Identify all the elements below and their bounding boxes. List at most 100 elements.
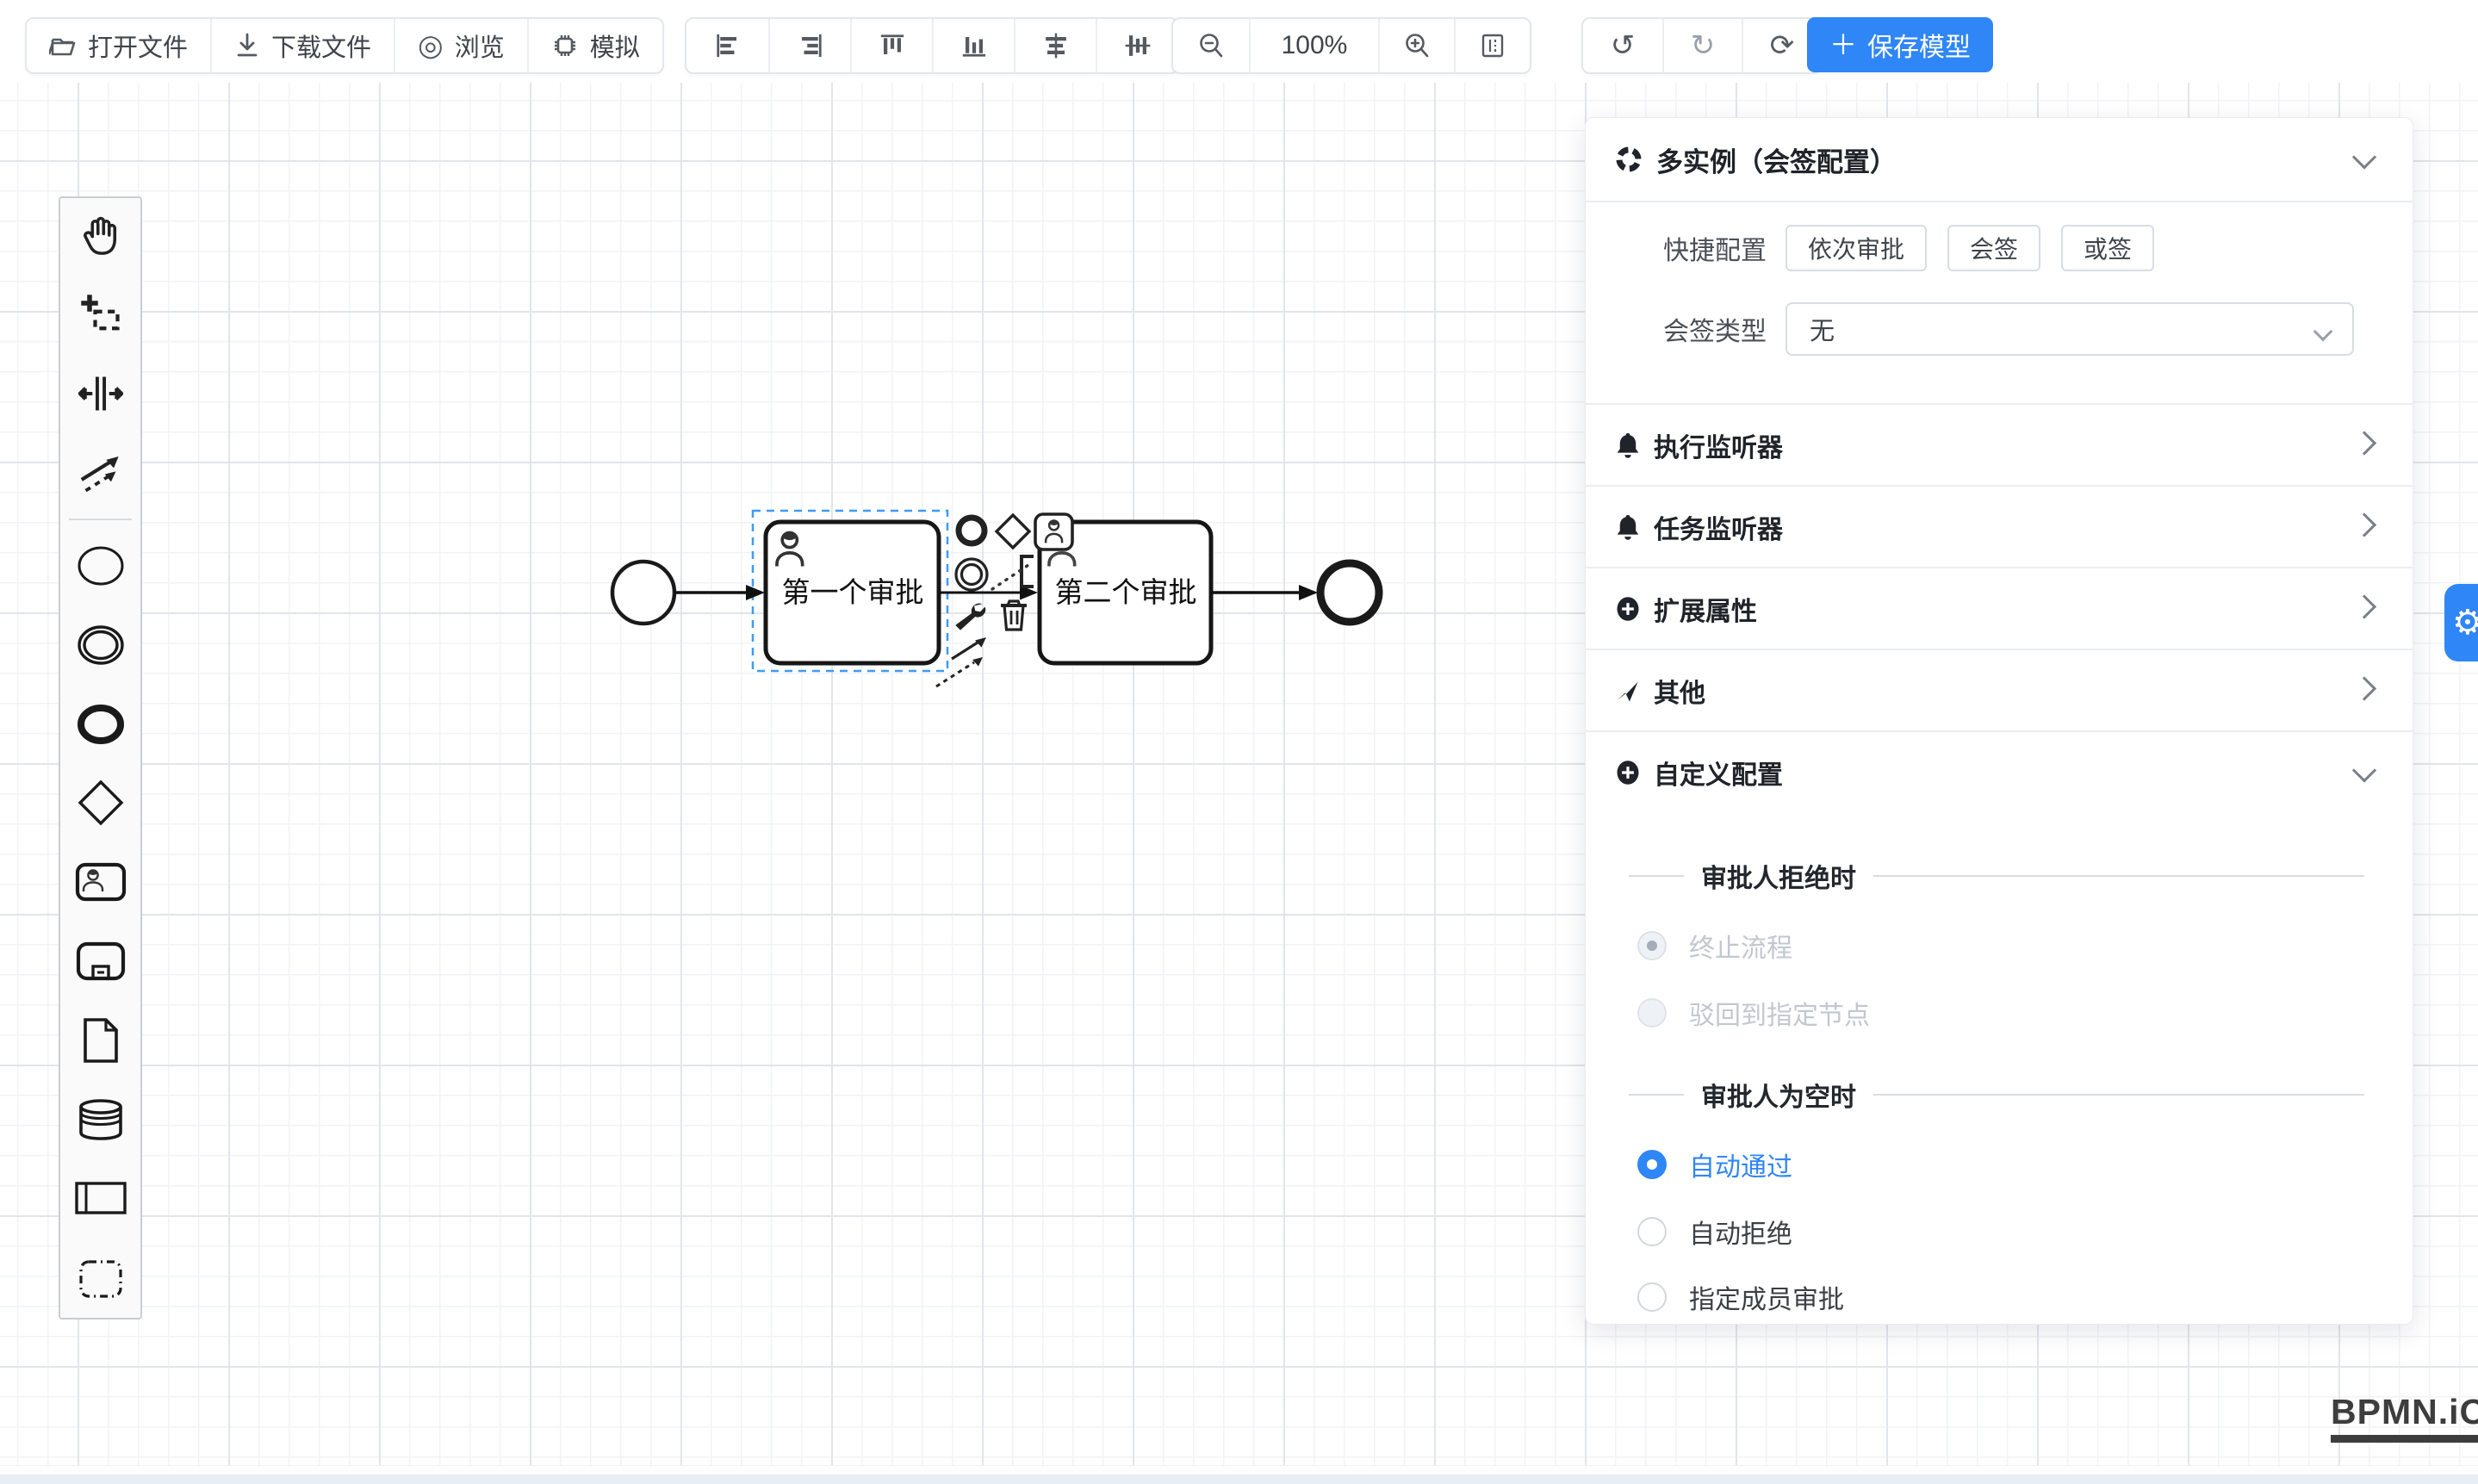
palette-intermediate-event[interactable] xyxy=(77,621,125,669)
download-file-button[interactable]: 下载文件 xyxy=(210,19,394,72)
wrench-icon[interactable] xyxy=(955,604,985,630)
task1-label: 第一个审批 xyxy=(782,576,924,608)
radio-unselected[interactable] xyxy=(1637,1217,1667,1246)
participant-icon xyxy=(75,1182,127,1214)
append-end-event-icon[interactable] xyxy=(959,518,984,543)
simulate-label: 模拟 xyxy=(590,28,640,64)
section-other[interactable]: 其他 xyxy=(1586,649,2413,730)
redo-button[interactable]: ↻ xyxy=(1662,19,1742,72)
radio-return-to-node[interactable]: 驳回到指定节点 xyxy=(1637,986,1870,1040)
radio-label: 驳回到指定节点 xyxy=(1689,994,1870,1032)
start-event[interactable] xyxy=(612,562,674,624)
radio-assign-member[interactable]: 指定成员审批 xyxy=(1637,1270,1844,1324)
align-center-vertical-button[interactable] xyxy=(1096,19,1177,72)
global-connect-tool[interactable] xyxy=(78,450,124,496)
quick-option-countersign-button[interactable]: 会签 xyxy=(1947,225,2040,271)
append-text-annotation-icon[interactable] xyxy=(1022,556,1034,587)
folder-open-icon xyxy=(49,32,77,59)
panel-header[interactable]: 多实例（会签配置） xyxy=(1586,118,2413,201)
align-right-button[interactable] xyxy=(768,19,850,72)
sign-type-row: 会签类型 无 xyxy=(1586,302,2413,356)
quick-option-orsign-button[interactable]: 或签 xyxy=(2061,225,2154,271)
gateway-icon xyxy=(76,778,126,828)
zoom-in-button[interactable] xyxy=(1378,19,1454,72)
preview-label: 浏览 xyxy=(455,28,505,64)
zoom-out-button[interactable] xyxy=(1173,19,1249,72)
align-left-icon xyxy=(715,33,741,59)
logo-underline xyxy=(2331,1435,2478,1443)
radio-terminate-process[interactable]: 终止流程 xyxy=(1637,919,1792,972)
sequence-flow-3[interactable] xyxy=(1211,585,1318,600)
align-top-button[interactable] xyxy=(850,19,932,72)
save-model-button[interactable]: ＋ 保存模型 xyxy=(1807,17,1993,72)
preview-button[interactable]: ◎ 浏览 xyxy=(394,19,527,72)
task2-label: 第二个审批 xyxy=(1055,576,1197,608)
empty-section-title: 审批人为空时 xyxy=(1629,1069,2364,1121)
multi-instance-icon xyxy=(1615,146,1643,173)
call-activity-icon xyxy=(76,941,126,981)
align-center-vertical-icon xyxy=(1125,33,1151,59)
quick-option-sequential-button[interactable]: 依次审批 xyxy=(1786,225,1927,271)
radio-auto-pass[interactable]: 自动通过 xyxy=(1637,1138,1792,1191)
align-left-button[interactable] xyxy=(686,19,768,72)
fit-viewport-icon xyxy=(1480,33,1506,59)
sequence-flow-1[interactable] xyxy=(674,585,765,600)
reject-section-title: 审批人拒绝时 xyxy=(1629,850,2364,902)
quick-config-label: 快捷配置 xyxy=(1586,229,1767,267)
user-task-icon xyxy=(75,862,127,902)
radio-label: 自动通过 xyxy=(1689,1146,1792,1183)
trash-icon[interactable] xyxy=(1001,601,1027,630)
open-file-button[interactable]: 打开文件 xyxy=(27,19,210,72)
bpmn-io-logo[interactable]: BPMN.iO xyxy=(2331,1392,2478,1443)
radio-disabled[interactable] xyxy=(1637,998,1667,1028)
undo-button[interactable]: ↺ xyxy=(1583,19,1662,72)
sign-type-label: 会签类型 xyxy=(1586,310,1767,348)
chevron-down-icon xyxy=(2352,145,2376,169)
palette-end-event[interactable] xyxy=(77,700,125,748)
palette-call-activity[interactable] xyxy=(76,941,126,981)
data-object-icon xyxy=(82,1017,120,1064)
simulate-button[interactable]: 模拟 xyxy=(527,19,662,72)
radio-selected-disabled[interactable] xyxy=(1637,931,1667,960)
radio-selected[interactable] xyxy=(1637,1150,1667,1179)
palette-data-object[interactable] xyxy=(82,1017,120,1064)
radio-auto-reject[interactable]: 自动拒绝 xyxy=(1637,1205,1792,1258)
connect-tool-icon[interactable] xyxy=(936,637,986,686)
append-user-task-icon[interactable] xyxy=(1035,514,1072,550)
palette-participant-pool[interactable] xyxy=(75,1182,127,1214)
history-tools-group: ↺ ↻ ⟳ xyxy=(1581,17,1823,74)
end-event-icon xyxy=(77,700,125,748)
append-gateway-icon[interactable] xyxy=(997,515,1029,548)
section-label: 执行监听器 xyxy=(1654,426,1783,464)
palette-data-store[interactable] xyxy=(78,1098,124,1141)
header-divider xyxy=(1586,201,2413,202)
intermediate-event-icon xyxy=(77,621,125,669)
section-extension-properties[interactable]: 扩展属性 xyxy=(1586,567,2413,649)
hand-tool[interactable] xyxy=(78,213,123,258)
settings-tab[interactable]: ⚙ xyxy=(2444,584,2478,661)
lasso-tool[interactable] xyxy=(78,292,123,337)
data-store-icon xyxy=(78,1098,124,1141)
append-intermediate-event-icon[interactable] xyxy=(956,559,987,590)
download-icon xyxy=(234,32,260,59)
open-file-label: 打开文件 xyxy=(88,28,188,64)
radio-unselected[interactable] xyxy=(1637,1282,1667,1312)
gear-icon: ⚙ xyxy=(2452,603,2478,643)
section-custom-config[interactable]: 自定义配置 xyxy=(1586,730,2413,812)
end-event[interactable] xyxy=(1320,563,1379,622)
bottom-scroll-strip[interactable] xyxy=(0,1475,2478,1484)
palette-gateway[interactable] xyxy=(76,778,126,828)
sign-type-select[interactable]: 无 xyxy=(1786,302,2354,356)
palette-user-task[interactable] xyxy=(75,862,127,902)
align-bottom-button[interactable] xyxy=(932,19,1014,72)
palette-start-event[interactable] xyxy=(77,542,125,590)
select-chevron-icon xyxy=(2313,322,2333,342)
fit-viewport-button[interactable] xyxy=(1454,19,1530,72)
plus-icon: ＋ xyxy=(1829,31,1857,59)
section-execution-listener[interactable]: 执行监听器 xyxy=(1586,403,2413,485)
space-tool[interactable] xyxy=(78,371,123,416)
palette-group[interactable] xyxy=(78,1259,123,1299)
section-task-listener[interactable]: 任务监听器 xyxy=(1586,485,2413,567)
task-first-approval[interactable]: 第一个审批 xyxy=(766,522,939,663)
align-center-horizontal-button[interactable] xyxy=(1014,19,1096,72)
